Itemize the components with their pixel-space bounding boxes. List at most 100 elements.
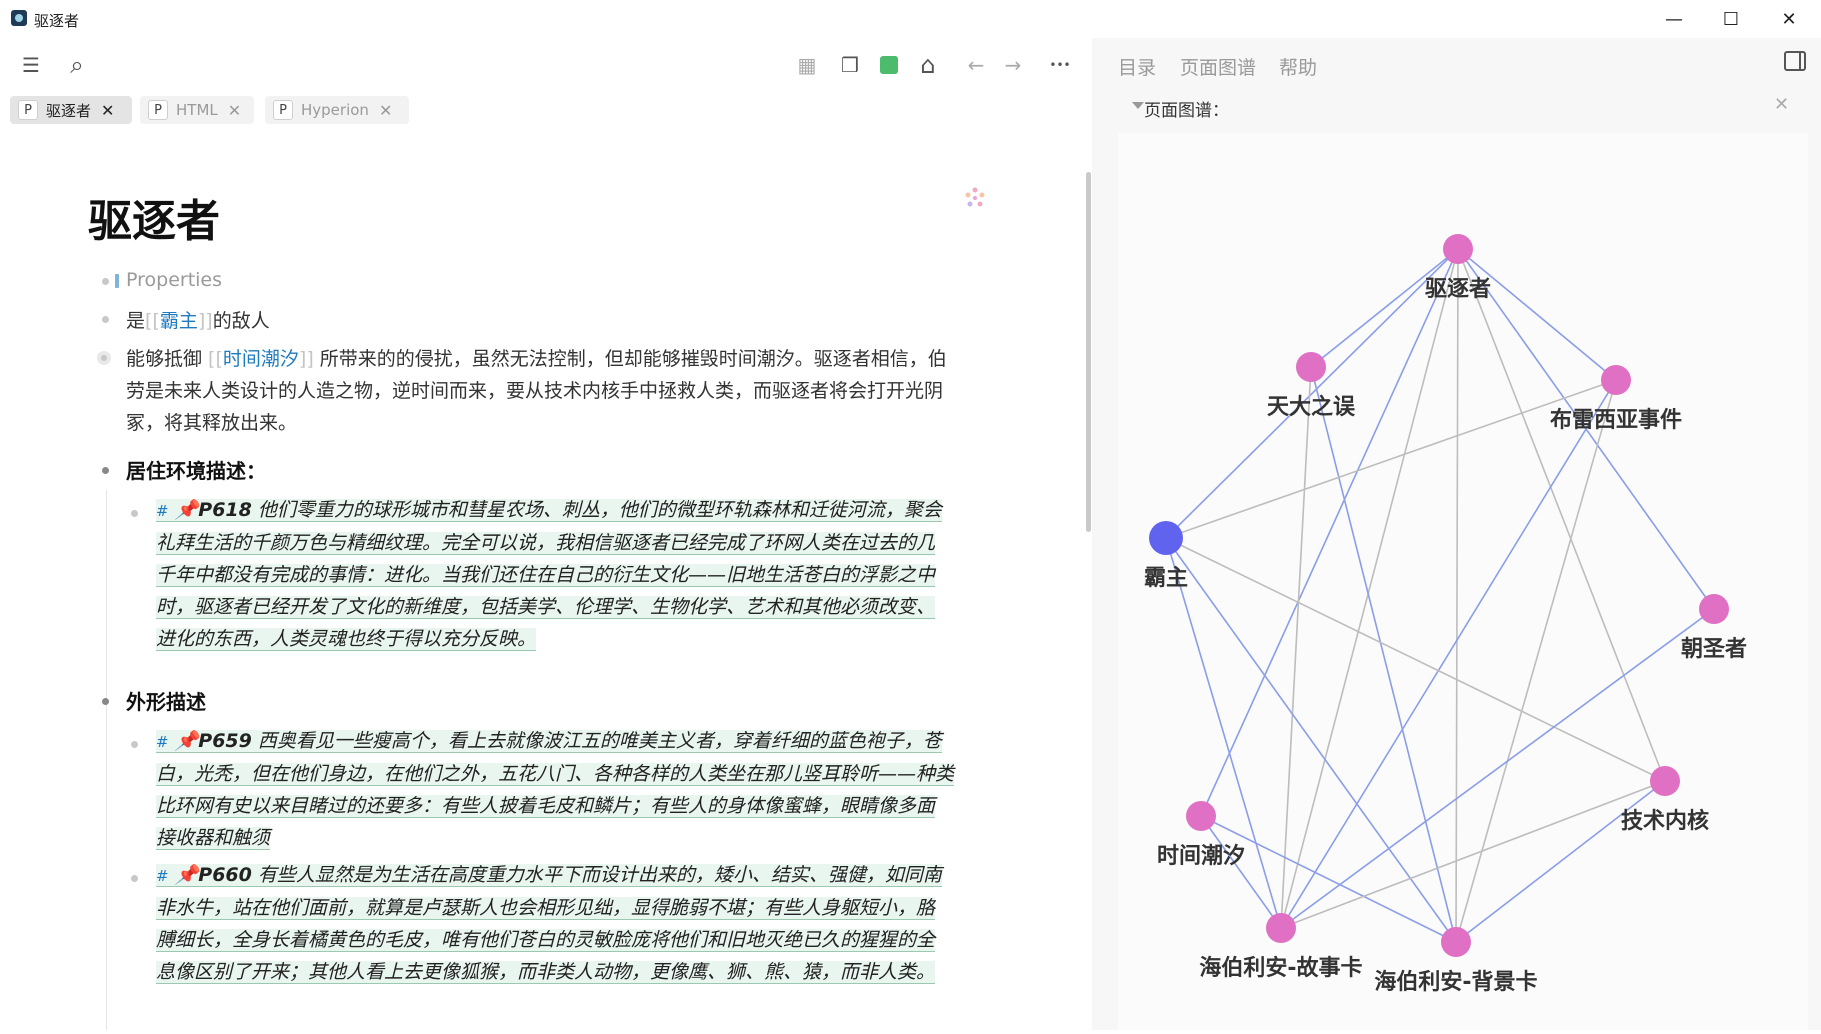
editor-scrollbar[interactable]: [1086, 172, 1091, 532]
home-icon[interactable]: ⌂: [914, 51, 942, 79]
graph-edge: [1280, 608, 1715, 929]
close-tab-icon[interactable]: ✕: [228, 101, 241, 120]
quote-p659[interactable]: # 📌P659 西奥看见一些瘦高个，看上去就像波江五的唯美主义者，穿着纤细的蓝色…: [156, 725, 955, 854]
graph-node-label[interactable]: 天大之误: [1267, 394, 1356, 420]
forward-icon[interactable]: →: [999, 51, 1027, 79]
right-sidebar: 目录 页面图谱 帮助 页面图谱： ✕ 驱逐者天大之误布雷西亚事件霸主朝圣者时间潮…: [1092, 38, 1821, 1030]
graph-node-label[interactable]: 时间潮汐: [1157, 843, 1245, 869]
close-graph-icon[interactable]: ✕: [1774, 94, 1789, 115]
close-tab-icon[interactable]: ✕: [379, 101, 392, 120]
graph-title: 页面图谱：: [1144, 101, 1229, 121]
menu-icon[interactable]: ☰: [17, 51, 45, 79]
graph-edge: [1280, 366, 1312, 929]
block-time-tide-line2[interactable]: 劳是未来人类设计的人造之物，逆时间而来，要从技术内核手中拯救人类，而驱逐者将会打…: [126, 376, 943, 403]
graph-node[interactable]: [1441, 927, 1471, 957]
graph-edge: [1455, 379, 1617, 943]
heading-living-environment[interactable]: 居住环境描述：: [126, 455, 266, 484]
window-title: 驱逐者: [34, 12, 80, 30]
minimize-button[interactable]: —: [1647, 2, 1701, 36]
graph-edge: [1457, 248, 1666, 782]
app-logo-icon: [11, 10, 27, 26]
tab-bar: P 驱逐者 ✕ P HTML ✕ P Hyperion ✕: [0, 92, 1092, 130]
graph-edge: [1280, 379, 1617, 929]
graph-node[interactable]: [1186, 801, 1216, 831]
sparkle-icon[interactable]: [962, 185, 988, 211]
graph-node[interactable]: [1266, 913, 1296, 943]
graph-edge: [1280, 248, 1459, 929]
graph-edge: [1455, 248, 1459, 943]
graph-node[interactable]: [1296, 352, 1326, 382]
close-tab-icon[interactable]: ✕: [101, 101, 114, 120]
graph-edge: [1165, 248, 1459, 539]
graph-node-label[interactable]: 海伯利安-背景卡: [1374, 969, 1537, 995]
graph-edge: [1280, 780, 1666, 929]
graph-node[interactable]: [1443, 234, 1473, 264]
close-window-button[interactable]: ✕: [1762, 2, 1816, 36]
graph-node-label[interactable]: 技术内核: [1621, 808, 1709, 834]
page-link-ba-zhu[interactable]: 霸主: [160, 310, 198, 332]
tab-toc[interactable]: 目录: [1118, 53, 1156, 80]
tab-label: HTML: [176, 101, 218, 119]
page-prefix-icon: P: [273, 100, 293, 120]
graph-node-label[interactable]: 霸主: [1144, 566, 1188, 591]
graph-node-label[interactable]: 布雷西亚事件: [1550, 407, 1682, 433]
properties-marker: [115, 274, 119, 288]
graph-node-label[interactable]: 海伯利安-故事卡: [1199, 955, 1362, 981]
page-graph[interactable]: 驱逐者天大之误布雷西亚事件霸主朝圣者时间潮汐 技术内核海伯利安-故事卡 海伯利安-背…: [1118, 133, 1808, 1030]
tab-label: Hyperion: [301, 101, 369, 119]
tab-page-graph[interactable]: 页面图谱: [1180, 53, 1256, 80]
graph-edge: [1200, 815, 1457, 943]
collapsed-bullet[interactable]: [97, 351, 111, 365]
calendar-icon[interactable]: ▦: [793, 51, 821, 79]
green-square-icon[interactable]: [875, 51, 903, 79]
bullet[interactable]: [102, 698, 109, 705]
graph-node-label[interactable]: 朝圣者: [1681, 636, 1747, 662]
block-time-tide-line3[interactable]: 冢，将其释放出来。: [126, 408, 297, 435]
title-bar: 驱逐者 — ☐ ✕: [0, 0, 1821, 38]
quote-p660[interactable]: # 📌P660 有些人显然是为生活在高度重力水平下而设计出来的，矮小、结实、强健…: [156, 859, 942, 988]
main-toolbar: ☰ ⌕ ▦ ❒ ⌂ ← → •••: [0, 38, 1092, 93]
block-time-tide-line1[interactable]: 能够抵御 [[时间潮汐]] 所带来的的侵扰，虽然无法控制，但却能够摧毁时间潮汐。…: [126, 344, 947, 371]
tab-html[interactable]: P HTML ✕: [140, 96, 254, 124]
graph-canvas[interactable]: 驱逐者天大之误布雷西亚事件霸主朝圣者时间潮汐 技术内核海伯利安-故事卡海伯利安-背…: [1118, 133, 1808, 1030]
graph-edge: [1455, 780, 1666, 943]
bullet[interactable]: [131, 741, 138, 748]
more-icon[interactable]: •••: [1046, 51, 1074, 79]
page-prefix-icon: P: [148, 100, 168, 120]
graph-edge: [1165, 379, 1617, 539]
page-link-shi-jian-chao-xi[interactable]: 时间潮汐: [223, 348, 299, 370]
graph-edge: [1165, 537, 1666, 782]
bullet[interactable]: [102, 467, 109, 474]
heading-appearance[interactable]: 外形描述: [126, 686, 206, 715]
indent-guide: [106, 722, 107, 1030]
bullet[interactable]: [131, 875, 138, 882]
bullet[interactable]: [102, 316, 109, 323]
graph-edge: [1310, 366, 1457, 943]
graph-node[interactable]: [1699, 594, 1729, 624]
properties-label[interactable]: Properties: [126, 269, 222, 291]
quote-p618[interactable]: # 📌P618 他们零重力的球形城市和彗星农场、刺丛，他们的微型环轨森林和迁徙河…: [156, 494, 942, 655]
search-icon[interactable]: ⌕: [63, 51, 91, 79]
tab-hyperion[interactable]: P Hyperion ✕: [265, 96, 409, 124]
page-prefix-icon: P: [18, 100, 38, 120]
tab-label: 驱逐者: [46, 101, 92, 120]
toggle-sidebar-icon[interactable]: [1784, 51, 1806, 71]
page-title[interactable]: 驱逐者: [88, 185, 220, 249]
back-icon[interactable]: ←: [962, 51, 990, 79]
maximize-button[interactable]: ☐: [1704, 2, 1758, 36]
graph-node[interactable]: [1149, 521, 1183, 555]
graph-edge: [1200, 815, 1282, 929]
cube-icon[interactable]: ❒: [836, 51, 864, 79]
tab-help[interactable]: 帮助: [1279, 53, 1317, 80]
tab-qu-zhu-zhe[interactable]: P 驱逐者 ✕: [10, 96, 132, 124]
graph-node[interactable]: [1650, 766, 1680, 796]
bullet[interactable]: [131, 510, 138, 517]
graph-edge: [1165, 537, 1282, 929]
indent-guide: [106, 490, 107, 755]
bullet[interactable]: [102, 278, 109, 285]
collapse-arrow-icon[interactable]: [1132, 102, 1144, 109]
graph-edge: [1200, 248, 1459, 817]
graph-node[interactable]: [1601, 365, 1631, 395]
graph-node-label[interactable]: 驱逐者: [1425, 277, 1491, 302]
block-enemy-of[interactable]: 是[[霸主]]的敌人: [126, 306, 270, 333]
